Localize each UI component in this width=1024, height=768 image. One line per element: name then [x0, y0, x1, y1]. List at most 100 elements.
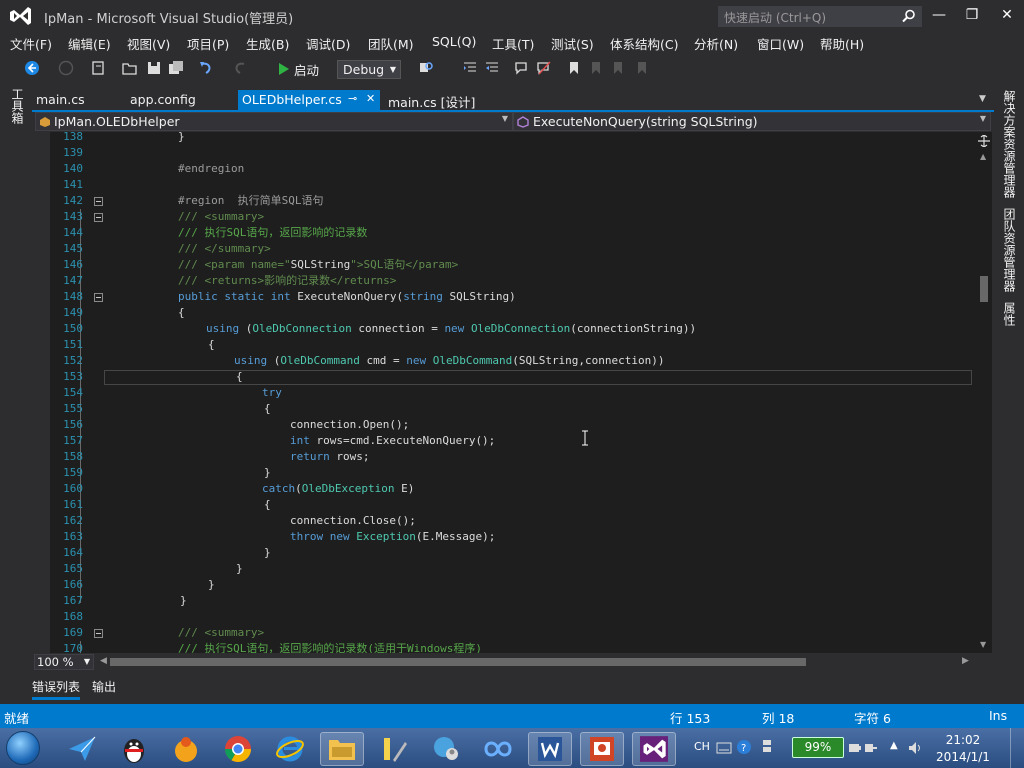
undo-icon[interactable]	[198, 60, 214, 76]
menu-file[interactable]: 文件(F)	[10, 34, 52, 53]
ime-options-icon[interactable]	[762, 738, 772, 754]
language-indicator[interactable]: CH	[694, 740, 710, 753]
taskbar-app-game[interactable]	[164, 732, 208, 766]
taskbar-app-visual-studio[interactable]	[632, 732, 676, 766]
collapse-icon[interactable]	[94, 293, 103, 302]
minimize-button[interactable]: —	[928, 5, 950, 25]
vertical-scrollbar[interactable]: ▲ ▼	[976, 132, 992, 653]
solution-config-select[interactable]: Debug ▼	[337, 60, 401, 79]
taskbar-app-chrome[interactable]	[216, 732, 260, 766]
scroll-down-icon[interactable]: ▼	[980, 640, 986, 649]
taskbar-app-ie[interactable]	[268, 732, 312, 766]
indent-icon[interactable]	[462, 60, 478, 76]
quick-launch-input[interactable]: 快速启动 (Ctrl+Q)	[718, 6, 922, 27]
taskbar-app-powerpoint[interactable]	[580, 732, 624, 766]
menu-test[interactable]: 测试(S)	[551, 34, 594, 53]
taskbar-app-explorer[interactable]	[320, 732, 364, 766]
taskbar-app-infinity[interactable]	[476, 732, 520, 766]
start-button[interactable]	[6, 731, 40, 765]
line-number: 163	[63, 530, 83, 543]
volume-icon[interactable]	[908, 741, 924, 755]
next-bookmark-icon[interactable]	[610, 60, 626, 76]
taskbar-app-tools[interactable]	[372, 732, 416, 766]
new-project-icon[interactable]	[90, 60, 106, 76]
clock-time[interactable]: 21:02	[936, 733, 990, 747]
bookmark-icon[interactable]	[566, 60, 582, 76]
scrollbar-thumb[interactable]	[980, 276, 988, 302]
menu-team[interactable]: 团队(M)	[368, 34, 414, 53]
help-icon[interactable]: ?	[736, 739, 752, 755]
battery-indicator[interactable]: 99%	[792, 737, 844, 758]
scroll-up-icon[interactable]: ▲	[980, 152, 986, 161]
search-icon[interactable]	[902, 9, 916, 23]
show-desktop-button[interactable]	[1010, 728, 1024, 768]
code-line: 150 using (OleDbConnection connection = n…	[50, 321, 978, 337]
collapse-icon[interactable]	[94, 197, 103, 206]
clear-bookmarks-icon[interactable]	[634, 60, 650, 76]
find-in-files-icon[interactable]	[418, 60, 434, 76]
menu-build[interactable]: 生成(B)	[246, 34, 289, 53]
scrollbar-thumb[interactable]	[110, 658, 806, 666]
tab-app-config[interactable]: app.config	[126, 90, 200, 110]
taskbar-app-word[interactable]	[528, 732, 572, 766]
code-line: 139	[50, 145, 978, 161]
close-tab-icon[interactable]: ✕	[366, 92, 375, 105]
keyboard-icon[interactable]	[716, 742, 732, 754]
save-icon[interactable]	[146, 60, 162, 76]
taskbar-app-network[interactable]	[424, 732, 468, 766]
save-all-icon[interactable]	[168, 60, 184, 76]
start-debug-button[interactable]: 启动	[278, 59, 319, 79]
team-explorer-tab[interactable]: 团队资源管理器	[1000, 208, 1018, 292]
menu-sql[interactable]: SQL(Q)	[432, 34, 476, 49]
menu-tools[interactable]: 工具(T)	[492, 34, 534, 53]
menu-edit[interactable]: 编辑(E)	[68, 34, 111, 53]
collapse-icon[interactable]	[94, 629, 103, 638]
code-editor[interactable]: 138} 139 140 #endregion 141 142 #region 执行…	[32, 132, 978, 653]
collapse-icon[interactable]	[94, 213, 103, 222]
member-dropdown[interactable]: ExecuteNonQuery(string SQLString) ▼	[513, 112, 991, 131]
open-file-icon[interactable]	[122, 60, 138, 76]
tab-error-list[interactable]: 错误列表	[32, 678, 80, 695]
toolbox-tab[interactable]: 工具箱	[8, 88, 26, 124]
menu-view[interactable]: 视图(V)	[127, 34, 170, 53]
menu-analyze[interactable]: 分析(N)	[694, 34, 738, 53]
taskbar-app-qq[interactable]	[112, 732, 156, 766]
tab-output[interactable]: 输出	[92, 678, 116, 695]
comment-icon[interactable]	[514, 60, 530, 76]
line-number: 151	[63, 338, 83, 351]
paper-plane-icon	[69, 736, 96, 761]
left-tool-strip	[0, 84, 32, 704]
code-line: 141	[50, 177, 978, 193]
pin-icon[interactable]: ⊸	[348, 92, 357, 105]
restore-button[interactable]: ❐	[961, 5, 983, 25]
zoom-select[interactable]: 100 % ▼	[34, 654, 94, 670]
taskbar-app-mail[interactable]	[60, 732, 104, 766]
uncomment-icon[interactable]	[536, 60, 552, 76]
close-button[interactable]: ✕	[996, 5, 1018, 25]
show-hidden-icons-icon[interactable]: ▲	[890, 740, 898, 751]
clock-date[interactable]: 2014/1/1	[936, 750, 990, 764]
menu-window[interactable]: 窗口(W)	[757, 34, 804, 53]
properties-tab[interactable]: 属性	[1000, 302, 1018, 326]
class-dropdown[interactable]: IpMan.OLEDbHelper ▼	[35, 112, 513, 131]
solution-explorer-tab[interactable]: 解决方案资源管理器	[1000, 90, 1018, 198]
scroll-right-icon[interactable]: ▶	[962, 656, 969, 666]
code-line: 151{	[50, 337, 978, 353]
menu-project[interactable]: 项目(P)	[187, 34, 229, 53]
tab-main-cs[interactable]: main.cs	[32, 90, 89, 110]
outdent-icon[interactable]	[484, 60, 500, 76]
tab-oledbhelper-cs[interactable]: OLEDbHelper.cs ⊸ ✕	[238, 90, 380, 110]
horizontal-scrollbar[interactable]	[102, 658, 970, 667]
forward-icon[interactable]	[58, 60, 74, 76]
tab-main-cs-design[interactable]: main.cs [设计]	[384, 90, 479, 110]
prev-bookmark-icon[interactable]	[588, 60, 604, 76]
menu-architecture[interactable]: 体系结构(C)	[610, 34, 678, 53]
back-icon[interactable]	[24, 60, 40, 76]
split-window-icon[interactable]	[978, 135, 990, 147]
menu-help[interactable]: 帮助(H)	[820, 34, 864, 53]
redo-icon[interactable]	[232, 60, 248, 76]
menu-debug[interactable]: 调试(D)	[306, 34, 350, 53]
power-plug-icon[interactable]	[862, 741, 878, 755]
editor-bottom-bar: 100 % ▼ ◀ ▶	[32, 654, 978, 671]
tab-list-dropdown-icon[interactable]: ▼	[979, 94, 986, 104]
